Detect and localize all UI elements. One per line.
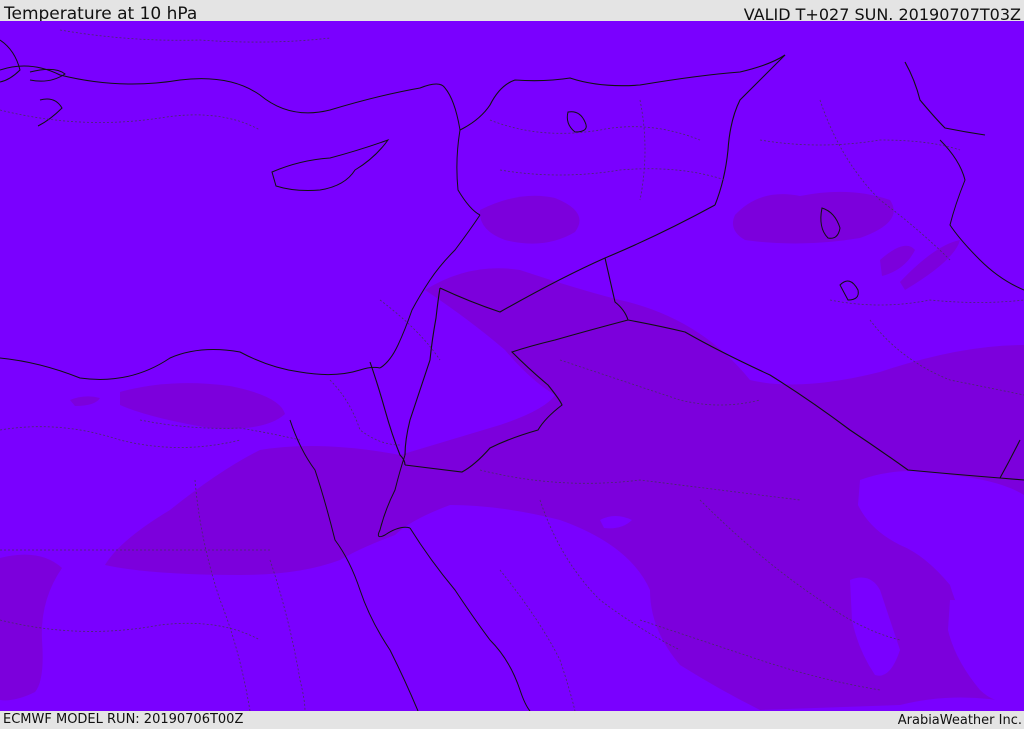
credit-label: ArabiaWeather Inc. xyxy=(897,713,1022,728)
temperature-map[interactable] xyxy=(0,21,1024,711)
model-run-label: ECMWF MODEL RUN: 20190706T00Z xyxy=(3,712,244,727)
